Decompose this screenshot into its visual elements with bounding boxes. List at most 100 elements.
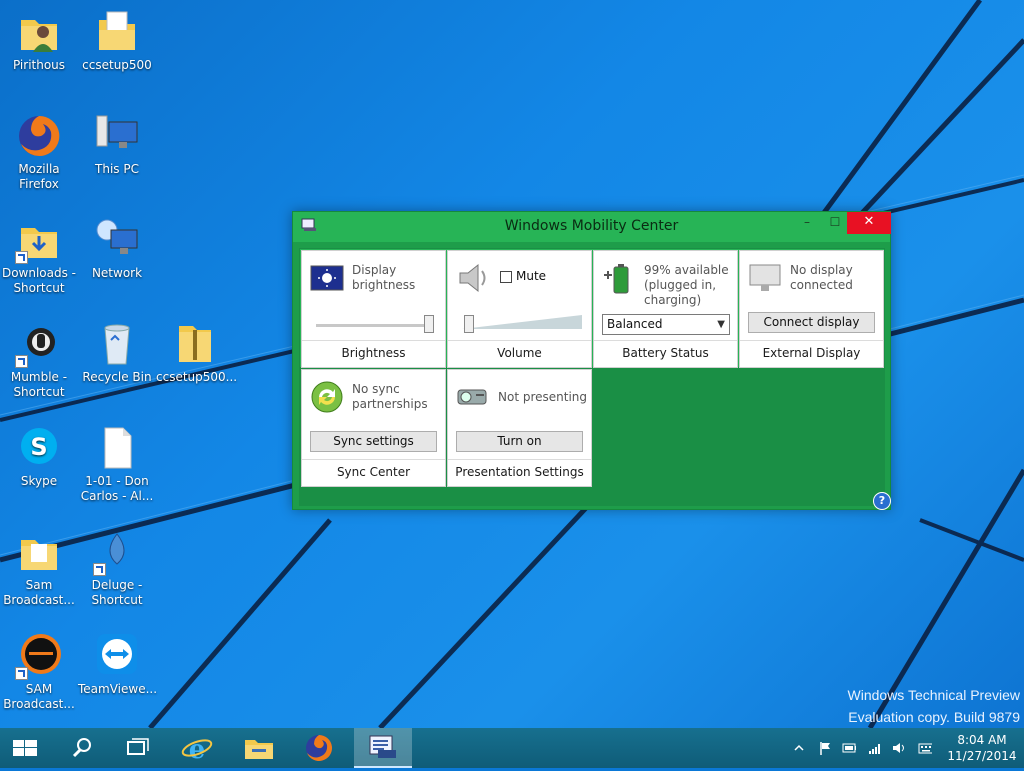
sync-center-tile: No sync partnerships Sync settings Sync … xyxy=(301,369,446,487)
internet-explorer-taskbar-button[interactable]: e xyxy=(172,728,222,768)
desktop-icon-pirithous[interactable]: Pirithous xyxy=(0,8,78,73)
speaker-icon xyxy=(459,263,486,293)
folder-icon xyxy=(93,8,141,56)
external-display-description: No display connected xyxy=(790,263,853,292)
sync-center-tile-title: Sync Center xyxy=(302,459,445,486)
desktop-icon-sam-broadcaster-folder[interactable]: Sam Broadcast... xyxy=(0,528,78,608)
clock-date: 11/27/2014 xyxy=(947,749,1017,763)
windows-logo-icon xyxy=(13,740,37,756)
desktop-icon-this-pc[interactable]: This PC xyxy=(78,112,156,177)
network-icon xyxy=(93,216,141,264)
desktop-icon-recycle-bin[interactable]: Recycle Bin xyxy=(78,320,156,385)
teamviewer-icon xyxy=(93,632,141,680)
svg-text:S: S xyxy=(30,433,47,461)
action-center-flag-icon[interactable] xyxy=(818,741,832,755)
desktop-icon-label: Downloads - Shortcut xyxy=(1,266,77,295)
file-explorer-taskbar-button[interactable] xyxy=(234,728,284,768)
maximize-button[interactable]: ☐ xyxy=(821,212,849,234)
desktop-icon-firefox[interactable]: Mozilla Firefox xyxy=(0,112,78,192)
volume-icon[interactable] xyxy=(892,741,906,755)
brightness-slider-thumb[interactable] xyxy=(424,315,435,333)
desktop-icon-deluge-shortcut[interactable]: Deluge - Shortcut xyxy=(78,528,156,608)
sync-settings-button[interactable]: Sync settings xyxy=(310,431,437,452)
presentation-turn-on-button[interactable]: Turn on xyxy=(456,431,583,452)
user-folder-icon xyxy=(15,8,63,56)
skype-icon: S xyxy=(15,424,63,472)
battery-description: 99% available (plugged in, charging) xyxy=(644,263,729,307)
desktop-icon-network[interactable]: Network xyxy=(78,216,156,281)
sync-icon xyxy=(311,381,343,413)
desktop-icon-label: Mumble - Shortcut xyxy=(10,370,68,399)
document-icon xyxy=(93,424,141,472)
battery-plugged-icon xyxy=(604,264,629,294)
desktop-icon-label: Pirithous xyxy=(12,58,66,72)
brightness-tile: Display brightness Brightness xyxy=(301,250,446,368)
task-view-button[interactable] xyxy=(114,728,160,768)
brightness-slider-track[interactable] xyxy=(316,324,434,327)
connect-display-button[interactable]: Connect display xyxy=(748,312,875,333)
display-brightness-icon xyxy=(310,265,344,291)
volume-slider-thumb[interactable] xyxy=(463,315,474,333)
desktop-icon-label: Recycle Bin xyxy=(82,370,152,384)
desktop-icon-label: ccsetup500 xyxy=(82,58,152,72)
internet-explorer-icon: e xyxy=(181,735,213,765)
shortcut-arrow-icon xyxy=(15,355,28,368)
brightness-tile-title: Brightness xyxy=(302,340,445,367)
taskbar-clock[interactable]: 8:04 AM 11/27/2014 xyxy=(940,732,1024,764)
desktop-icon-mumble-shortcut[interactable]: Mumble - Shortcut xyxy=(0,320,78,400)
desktop-icon-teamviewer[interactable]: TeamViewe... xyxy=(78,632,158,697)
watermark-line: Evaluation copy. Build 9879 xyxy=(848,709,1020,725)
keyboard-icon[interactable] xyxy=(918,741,932,755)
external-display-tile-title: External Display xyxy=(740,340,883,367)
presentation-tile: Not presenting Turn on Presentation Sett… xyxy=(447,369,592,487)
external-display-tile: No display connected Connect display Ext… xyxy=(739,250,884,368)
mumble-icon xyxy=(15,320,63,368)
chevron-up-icon[interactable] xyxy=(792,741,806,755)
taskbar: e 8:04 AM 11/27/2014 xyxy=(0,728,1024,768)
desktop-icon-ccsetup500-zip[interactable]: ccsetup500... xyxy=(156,320,238,385)
close-button[interactable]: ✕ xyxy=(847,212,891,234)
desktop-icon-skype[interactable]: S Skype xyxy=(0,424,78,489)
desktop-icon-downloads-shortcut[interactable]: Downloads - Shortcut xyxy=(0,216,78,296)
minimize-button[interactable]: – xyxy=(793,212,821,234)
desktop-icon-label: ccsetup500... xyxy=(156,370,238,384)
desktop-icon-label: Deluge - Shortcut xyxy=(91,578,143,607)
search-button[interactable] xyxy=(58,728,104,768)
downloads-folder-icon xyxy=(15,216,63,264)
brightness-description: Display brightness xyxy=(352,263,416,292)
recycle-bin-icon xyxy=(93,320,141,368)
desktop-icon-don-carlos-file[interactable]: 1-01 - Don Carlos - Al... xyxy=(78,424,156,504)
desktop-icon-label: Mozilla Firefox xyxy=(18,162,60,191)
firefox-icon xyxy=(306,735,332,761)
firefox-taskbar-button[interactable] xyxy=(294,728,344,768)
battery-icon[interactable] xyxy=(842,741,856,755)
volume-slider-track[interactable] xyxy=(462,313,582,331)
window-titlebar[interactable]: Windows Mobility Center – ☐ ✕ xyxy=(293,212,891,242)
desktop-icon-label: 1-01 - Don Carlos - Al... xyxy=(80,474,154,503)
clock-time: 8:04 AM xyxy=(957,733,1007,747)
desktop-icon-sam-broadcaster-shortcut[interactable]: SAM Broadcast... xyxy=(0,632,78,712)
start-button[interactable] xyxy=(0,728,50,768)
wifi-signal-icon[interactable] xyxy=(868,741,882,755)
battery-tile-title: Battery Status xyxy=(594,340,737,367)
window-body: Display brightness Brightness Mute Volum… xyxy=(299,248,885,506)
monitor-icon xyxy=(749,264,781,291)
chevron-down-icon: ▼ xyxy=(717,319,725,330)
file-explorer-icon xyxy=(245,740,273,759)
help-icon[interactable]: ? xyxy=(873,492,891,510)
desktop-icon-label: SAM Broadcast... xyxy=(3,682,75,711)
volume-tile: Mute Volume xyxy=(447,250,592,368)
desktop-icon-label: Skype xyxy=(20,474,58,488)
deluge-icon xyxy=(93,528,141,576)
desktop-icon-label: TeamViewe... xyxy=(78,682,158,696)
power-plan-select[interactable]: Balanced ▼ xyxy=(602,314,730,335)
watermark-line: Windows Technical Preview xyxy=(847,687,1020,703)
mute-checkbox[interactable] xyxy=(500,271,512,283)
mobility-center-taskbar-button[interactable] xyxy=(354,728,412,768)
projector-icon xyxy=(457,389,487,405)
system-tray xyxy=(790,728,940,768)
presentation-tile-title: Presentation Settings xyxy=(448,459,591,486)
task-view-icon xyxy=(127,738,149,755)
desktop-icon-ccsetup500[interactable]: ccsetup500 xyxy=(78,8,156,73)
desktop: Pirithous Mozilla Firefox Downloads - Sh… xyxy=(0,0,1024,728)
